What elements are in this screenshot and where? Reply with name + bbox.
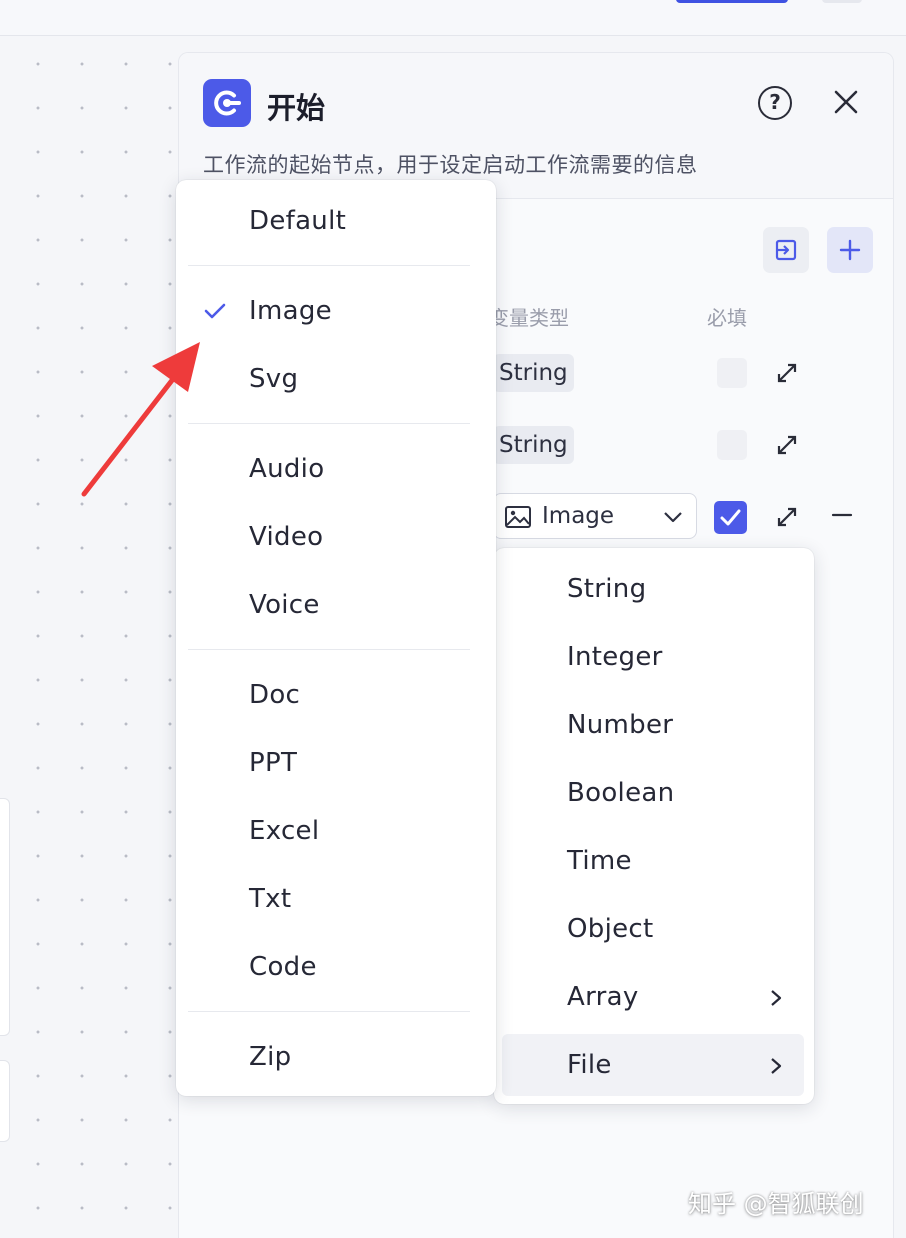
menu-divider [188, 423, 470, 424]
menu-divider [188, 265, 470, 266]
chevron-right-icon [771, 1058, 782, 1074]
type-option-number[interactable]: Number [567, 710, 673, 740]
file-option-excel[interactable]: Excel [249, 816, 319, 846]
panel-header: 开始 ? 工作流的起始节点，用于设定启动工作流需要的信息 [179, 53, 893, 199]
file-option-zip[interactable]: Zip [249, 1042, 291, 1072]
file-option-audio[interactable]: Audio [249, 454, 324, 484]
file-option-default[interactable]: Default [249, 206, 346, 236]
variable-type-tag: String [493, 426, 574, 464]
file-option-voice[interactable]: Voice [249, 590, 320, 620]
file-type-menu: Default Image Svg Audio Video Voice Doc … [176, 180, 496, 1096]
help-icon[interactable]: ? [758, 86, 792, 120]
variable-type-tag: String [493, 354, 574, 392]
type-option-array[interactable]: Array [567, 982, 639, 1012]
close-icon[interactable] [832, 88, 860, 116]
file-option-doc[interactable]: Doc [249, 680, 300, 710]
menu-divider [188, 649, 470, 650]
file-option-txt[interactable]: Txt [249, 884, 291, 914]
highlighted-item-bg [502, 1034, 804, 1096]
required-checkbox[interactable] [717, 358, 747, 388]
file-option-code[interactable]: Code [249, 952, 317, 982]
file-option-ppt[interactable]: PPT [249, 748, 297, 778]
import-button[interactable] [763, 227, 809, 273]
expand-icon[interactable] [775, 505, 799, 529]
variable-type-menu: String Integer Number Boolean Time Objec… [494, 548, 814, 1104]
file-option-video[interactable]: Video [249, 522, 323, 552]
primary-button[interactable] [676, 0, 788, 3]
type-option-time[interactable]: Time [567, 846, 632, 876]
minus-icon[interactable] [831, 503, 853, 527]
expand-icon[interactable] [775, 433, 799, 457]
plus-icon [839, 239, 861, 261]
file-option-svg[interactable]: Svg [249, 364, 298, 394]
node-title: 开始 [267, 91, 326, 125]
red-arrow-icon [81, 342, 200, 497]
image-icon [505, 506, 531, 528]
add-variable-button[interactable] [827, 227, 873, 273]
file-option-image[interactable]: Image [249, 296, 332, 326]
column-header-type: 变量类型 [489, 306, 569, 330]
type-option-integer[interactable]: Integer [567, 642, 663, 672]
import-icon [775, 239, 797, 261]
menu-divider [188, 1011, 470, 1012]
checkmark-icon [204, 303, 226, 319]
type-option-boolean[interactable]: Boolean [567, 778, 674, 808]
checkmark-icon [720, 509, 741, 526]
type-option-string[interactable]: String [567, 574, 646, 604]
chevron-down-icon [664, 512, 682, 523]
type-option-object[interactable]: Object [567, 914, 653, 944]
canvas-node-edge[interactable] [0, 1060, 10, 1142]
required-checkbox-checked[interactable] [714, 501, 747, 534]
select-value: Image [542, 503, 615, 529]
column-header-required: 必填 [707, 306, 747, 330]
toolbar-button[interactable] [822, 0, 862, 3]
type-option-file[interactable]: File [567, 1050, 612, 1080]
required-checkbox[interactable] [717, 430, 747, 460]
top-toolbar [0, 0, 906, 36]
canvas-node-edge[interactable] [0, 798, 10, 1036]
start-node-icon [203, 79, 251, 127]
watermark: 知乎 @智狐联创 [688, 1190, 864, 1218]
variable-type-select[interactable]: Image [493, 493, 697, 539]
node-description: 工作流的起始节点，用于设定启动工作流需要的信息 [203, 153, 698, 177]
chevron-right-icon [771, 990, 782, 1006]
expand-icon[interactable] [775, 361, 799, 385]
